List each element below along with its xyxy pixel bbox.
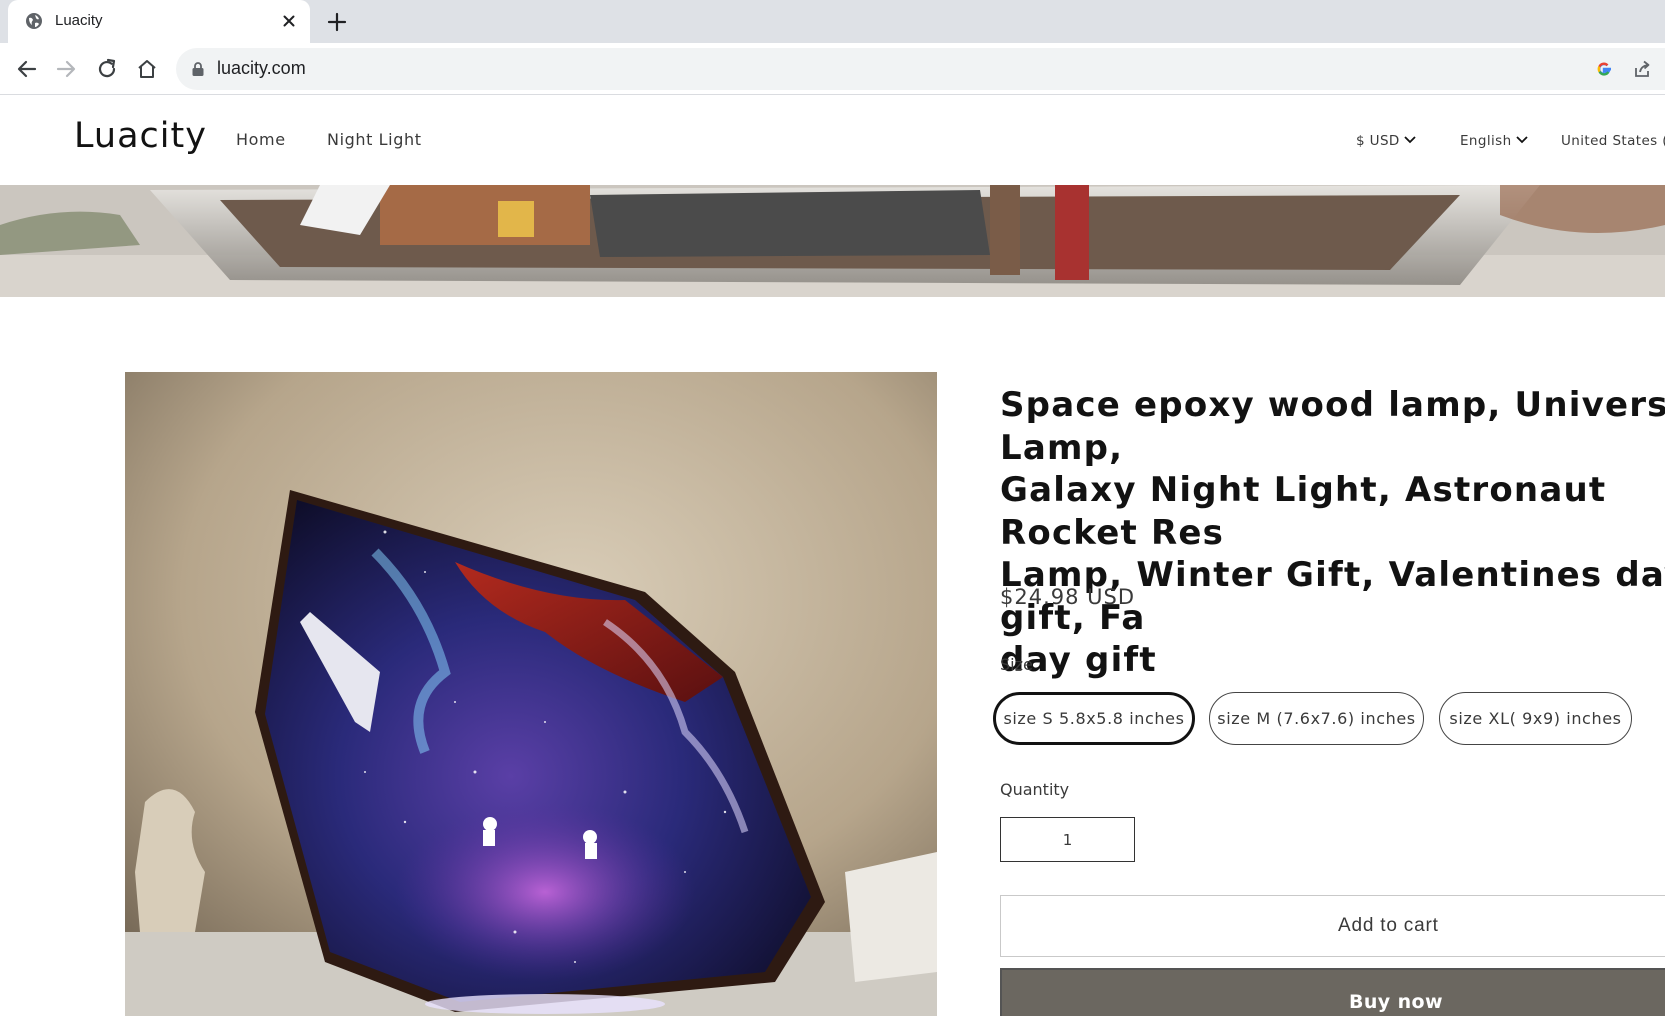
chevron-down-icon <box>1515 136 1528 144</box>
back-arrow-icon[interactable] <box>14 56 40 82</box>
size-option-s[interactable]: size S 5.8x5.8 inches <box>993 692 1195 745</box>
site-header: Luacity Home Night Light $ USD English U… <box>0 96 1665 185</box>
product-title-line: Galaxy Night Light, Astronaut Rocket Res <box>1000 470 1607 553</box>
address-bar[interactable]: luacity.com <box>176 48 1665 90</box>
product-title-line: Space epoxy wood lamp, Universe Lamp, <box>1000 385 1665 468</box>
site-logo[interactable]: Luacity <box>74 116 207 156</box>
banner-scene <box>0 185 1665 297</box>
currency-label: $ USD <box>1356 133 1400 149</box>
product-price: $24.98 USD <box>1000 585 1136 609</box>
add-to-cart-button[interactable]: Add to cart <box>1000 895 1665 957</box>
home-icon[interactable] <box>134 56 160 82</box>
quantity-label: Quantity <box>1000 780 1070 799</box>
size-option-m[interactable]: size M (7.6x7.6) inches <box>1209 692 1424 745</box>
product-title: Space epoxy wood lamp, Universe Lamp, Ga… <box>1000 384 1665 682</box>
product-title-line: day gift <box>1000 640 1157 680</box>
chevron-down-icon <box>1404 136 1416 144</box>
banner-image <box>0 185 1665 297</box>
size-label: Size <box>1000 655 1033 674</box>
new-tab-plus-icon[interactable] <box>326 11 348 33</box>
google-icon[interactable] <box>1594 59 1614 79</box>
currency-selector[interactable]: $ USD <box>1356 133 1416 149</box>
country-label: United States ( <box>1561 133 1665 149</box>
browser-toolbar: luacity.com <box>0 43 1665 95</box>
nav-link-night-light[interactable]: Night Light <box>327 130 422 149</box>
product-image[interactable] <box>125 372 937 1016</box>
language-selector[interactable]: English <box>1460 133 1528 149</box>
lock-icon[interactable] <box>191 61 205 77</box>
reload-icon[interactable] <box>94 56 120 82</box>
country-selector[interactable]: United States ( <box>1561 133 1665 149</box>
language-label: English <box>1460 133 1512 149</box>
share-icon[interactable] <box>1632 59 1652 79</box>
tab-title: Luacity <box>55 12 103 29</box>
close-icon[interactable] <box>280 12 298 30</box>
browser-tab[interactable]: Luacity <box>8 0 310 43</box>
browser-tab-strip: Luacity <box>0 0 1665 43</box>
galaxy-lamp-photo <box>125 372 937 1016</box>
forward-arrow-icon[interactable] <box>53 56 79 82</box>
url-text[interactable]: luacity.com <box>217 58 306 79</box>
nav-link-home[interactable]: Home <box>236 130 286 149</box>
globe-icon <box>26 13 42 29</box>
quantity-input[interactable]: 1 <box>1000 817 1135 862</box>
buy-now-button[interactable]: Buy now <box>1000 968 1665 1016</box>
size-option-xl[interactable]: size XL( 9x9) inches <box>1439 692 1632 745</box>
